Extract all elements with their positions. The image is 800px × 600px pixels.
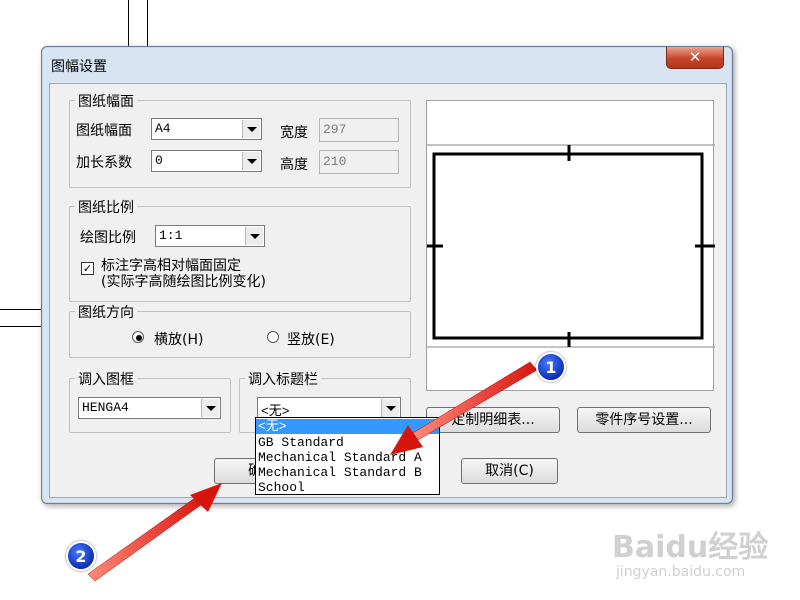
chevron-down-icon[interactable]	[245, 227, 263, 245]
width-label: 宽度	[280, 125, 308, 141]
paper-size-group	[69, 100, 411, 188]
title-block-dropdown-list[interactable]: <无> GB Standard Mechanical Standard A Me…	[255, 417, 440, 495]
part-number-settings-button[interactable]: 零件序号设置...	[577, 407, 711, 433]
cancel-label: 取消(C)	[485, 463, 534, 479]
dropdown-option[interactable]: GB Standard	[256, 435, 439, 450]
background-line	[147, 0, 148, 50]
drawing-ratio-label: 绘图比例	[80, 230, 136, 246]
watermark: Baidu经验 jingyan.baidu.com	[612, 522, 792, 592]
part-number-settings-label: 零件序号设置...	[595, 412, 693, 428]
chevron-down-icon[interactable]	[242, 152, 260, 170]
watermark-url: jingyan.baidu.com	[616, 564, 746, 580]
paper-size-group-label: 图纸幅面	[75, 91, 137, 111]
drawing-ratio-value: 1:1	[159, 228, 183, 243]
extend-factor-value: 0	[155, 153, 163, 168]
dialog-title: 图幅设置	[51, 59, 107, 75]
checkmark-icon: ✓	[82, 262, 93, 275]
close-icon: ✕	[688, 48, 702, 66]
paper-size-select[interactable]: A4	[151, 118, 262, 140]
fixed-text-height-note: (实际字高随绘图比例变化)	[101, 274, 266, 290]
portrait-radio[interactable]	[267, 331, 279, 343]
preview-drawing	[427, 144, 715, 348]
custom-detail-table-button[interactable]: 定制明细表...	[426, 407, 560, 433]
custom-detail-table-label: 定制明细表...	[451, 412, 535, 428]
dropdown-option[interactable]: Mechanical Standard A	[256, 450, 439, 465]
frame-select[interactable]: HENGA4	[78, 397, 221, 419]
chevron-down-icon[interactable]	[381, 399, 399, 417]
chevron-down-icon[interactable]	[242, 120, 260, 138]
title-block-group-label: 调入标题栏	[245, 369, 321, 389]
width-value: 297	[323, 122, 347, 137]
portrait-label[interactable]: 竖放(E)	[287, 329, 335, 349]
height-value: 210	[323, 154, 347, 169]
extend-factor-label: 加长系数	[76, 155, 132, 171]
background-line	[128, 0, 129, 50]
drawing-ratio-select[interactable]: 1:1	[155, 225, 265, 247]
watermark-brand: Baidu经验	[612, 530, 769, 565]
cancel-button[interactable]: 取消(C)	[461, 458, 558, 484]
title-bar[interactable]: 图幅设置	[42, 47, 732, 83]
landscape-radio[interactable]	[132, 331, 144, 343]
width-field: 297	[319, 118, 399, 142]
frame-group-label: 调入图框	[75, 369, 137, 389]
paper-size-label: 图纸幅面	[76, 123, 132, 139]
extend-factor-select[interactable]: 0	[151, 150, 262, 172]
orientation-group-label: 图纸方向	[75, 302, 137, 322]
height-label: 高度	[280, 157, 308, 173]
dropdown-option[interactable]: Mechanical Standard B	[256, 465, 439, 480]
fixed-text-height-checkbox[interactable]: ✓	[81, 262, 94, 275]
background-line	[0, 309, 44, 310]
scale-group-label: 图纸比例	[75, 197, 137, 217]
title-block-select[interactable]: <无>	[257, 397, 401, 419]
dropdown-option[interactable]: School	[256, 480, 439, 495]
dropdown-option[interactable]: <无>	[256, 419, 439, 434]
chevron-down-icon[interactable]	[201, 399, 219, 417]
close-button[interactable]: ✕	[666, 47, 724, 69]
page-preview	[426, 100, 715, 391]
landscape-label[interactable]: 横放(H)	[154, 329, 203, 349]
callout-badge-2: 2	[66, 541, 96, 571]
paper-size-value: A4	[155, 121, 171, 136]
callout-badge-1: 1	[536, 352, 566, 382]
frame-value: HENGA4	[82, 400, 129, 415]
background-line	[0, 326, 44, 327]
height-field: 210	[319, 150, 399, 174]
